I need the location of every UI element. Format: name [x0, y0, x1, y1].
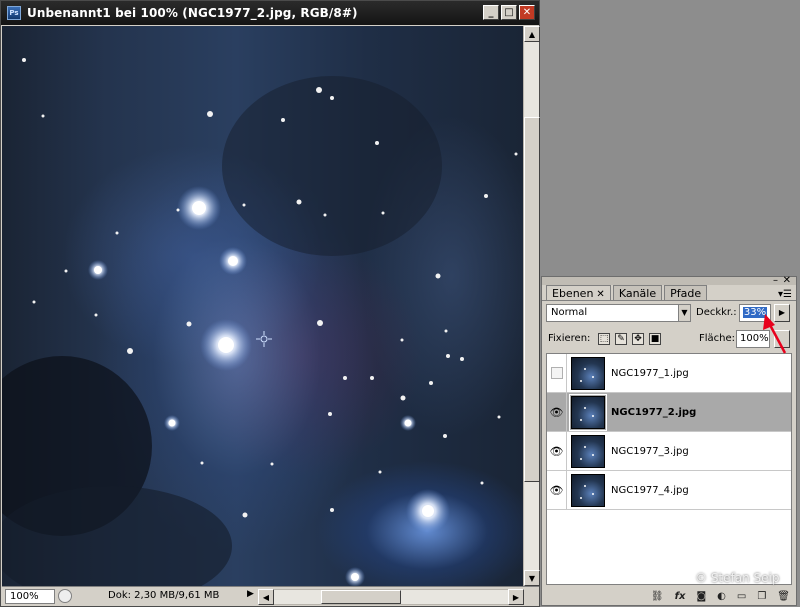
opacity-value: 33% — [742, 307, 768, 318]
layer-row[interactable]: 👁 NGC1977_3.jpg — [547, 431, 791, 471]
close-button[interactable]: ✕ — [519, 5, 535, 20]
layer-name: NGC1977_4.jpg — [611, 484, 689, 496]
blend-mode-select[interactable]: Normal ▼ — [546, 304, 691, 322]
layer-row[interactable]: 👁 NGC1977_4.jpg — [547, 470, 791, 510]
layer-thumbnail — [571, 434, 605, 468]
document-titlebar[interactable]: Ps Unbenannt1 bei 100% (NGC1977_2.jpg, R… — [1, 1, 539, 25]
layer-name: NGC1977_1.jpg — [611, 367, 689, 379]
trash-icon[interactable]: 🗑 — [777, 591, 790, 602]
copyright-watermark: © Stefan Seip — [695, 571, 780, 585]
photoshop-app-icon: Ps — [7, 6, 21, 20]
new-layer-icon[interactable]: ❐ — [757, 591, 766, 602]
scroll-right-icon[interactable]: ▶ — [508, 589, 524, 605]
layer-thumbnail — [571, 473, 605, 507]
lock-position-icon[interactable]: ✥ — [632, 333, 644, 345]
layers-panel: – ✕ Ebenen ✕ Kanäle Pfade ▾☰ Normal ▼ Dec… — [541, 275, 797, 606]
panel-minimize-icon[interactable]: – — [773, 275, 778, 286]
horizontal-scroll-thumb[interactable] — [321, 590, 401, 604]
eye-icon[interactable]: 👁 — [547, 431, 567, 471]
layer-name: NGC1977_3.jpg — [611, 445, 689, 457]
chevron-down-icon[interactable]: ▼ — [678, 305, 690, 321]
tab-close-icon[interactable]: ✕ — [596, 289, 604, 300]
panel-close-icon[interactable]: ✕ — [783, 275, 791, 286]
tab-pfade[interactable]: Pfade — [664, 285, 708, 300]
layer-name: NGC1977_2.jpg — [611, 406, 697, 418]
visibility-toggle-empty[interactable] — [547, 354, 567, 393]
document-window: Ps Unbenannt1 bei 100% (NGC1977_2.jpg, R… — [0, 0, 540, 607]
tab-label: Ebenen — [552, 287, 594, 300]
lock-pixels-icon[interactable]: ✎ — [615, 333, 627, 345]
status-menu-arrow-icon[interactable]: ▶ — [247, 589, 254, 599]
layers-panel-toolbar: ⛓ fx ◙ ◐ ▭ ❐ 🗑 — [542, 587, 796, 605]
adjustment-icon[interactable]: ◐ — [717, 591, 726, 602]
layer-thumbnail — [569, 393, 607, 431]
mask-icon[interactable]: ◙ — [696, 591, 706, 602]
lock-transparency-icon[interactable]: ⬚ — [598, 333, 610, 345]
layers-list: NGC1977_1.jpg 👁 NGC1977_2.jpg 👁 NGC1977_… — [546, 353, 792, 585]
panel-header-bar[interactable]: – ✕ — [542, 275, 796, 286]
scroll-down-icon[interactable]: ▼ — [524, 570, 540, 586]
scroll-up-icon[interactable]: ▲ — [524, 26, 540, 42]
nebula-starfield — [2, 58, 518, 586]
status-bar: 100% Dok: 2,30 MB/9,61 MB ▶ ◀ ▶ — [2, 586, 539, 606]
lock-label: Fixieren: — [548, 333, 591, 344]
link-icon[interactable]: ⛓ — [651, 591, 664, 602]
folder-icon[interactable]: ▭ — [737, 591, 746, 602]
eye-icon[interactable]: 👁 — [547, 392, 567, 432]
fill-slider-button[interactable] — [774, 330, 790, 348]
minimize-button[interactable]: _ — [483, 5, 499, 20]
blend-mode-value: Normal — [551, 307, 588, 318]
layer-row-selected[interactable]: 👁 NGC1977_2.jpg — [547, 392, 791, 432]
document-title: Unbenannt1 bei 100% (NGC1977_2.jpg, RGB/… — [27, 6, 358, 20]
opacity-field[interactable]: 33% — [739, 304, 771, 322]
opacity-label: Deckkr.: — [696, 307, 737, 318]
scroll-left-icon[interactable]: ◀ — [258, 589, 274, 605]
layer-thumbnail — [571, 356, 605, 390]
tab-ebenen[interactable]: Ebenen ✕ — [546, 285, 611, 300]
eye-icon[interactable]: 👁 — [547, 470, 567, 510]
lock-all-icon[interactable]: ■ — [649, 333, 661, 345]
tab-kanaele[interactable]: Kanäle — [612, 285, 663, 300]
panel-menu-icon[interactable]: ▾☰ — [778, 289, 792, 300]
fill-label: Fläche: — [699, 333, 736, 344]
status-info-icon[interactable] — [58, 589, 72, 603]
opacity-slider-button[interactable]: ▶ — [774, 304, 790, 322]
vertical-scroll-thumb[interactable] — [524, 117, 540, 482]
horizontal-scrollbar[interactable]: ◀ ▶ — [258, 589, 524, 605]
maximize-button[interactable]: □ — [501, 5, 517, 20]
zoom-level-field[interactable]: 100% — [5, 589, 55, 604]
fill-field[interactable]: 100% — [736, 330, 770, 348]
layer-row[interactable]: NGC1977_1.jpg — [547, 354, 791, 393]
vertical-scrollbar[interactable]: ▲ ▼ — [523, 26, 540, 586]
fx-icon[interactable]: fx — [675, 591, 686, 602]
crosshair-cursor-icon — [256, 331, 272, 347]
image-canvas[interactable] — [2, 26, 523, 586]
document-size-info: Dok: 2,30 MB/9,61 MB — [108, 590, 220, 601]
panel-tabs: Ebenen ✕ Kanäle Pfade — [542, 285, 796, 301]
